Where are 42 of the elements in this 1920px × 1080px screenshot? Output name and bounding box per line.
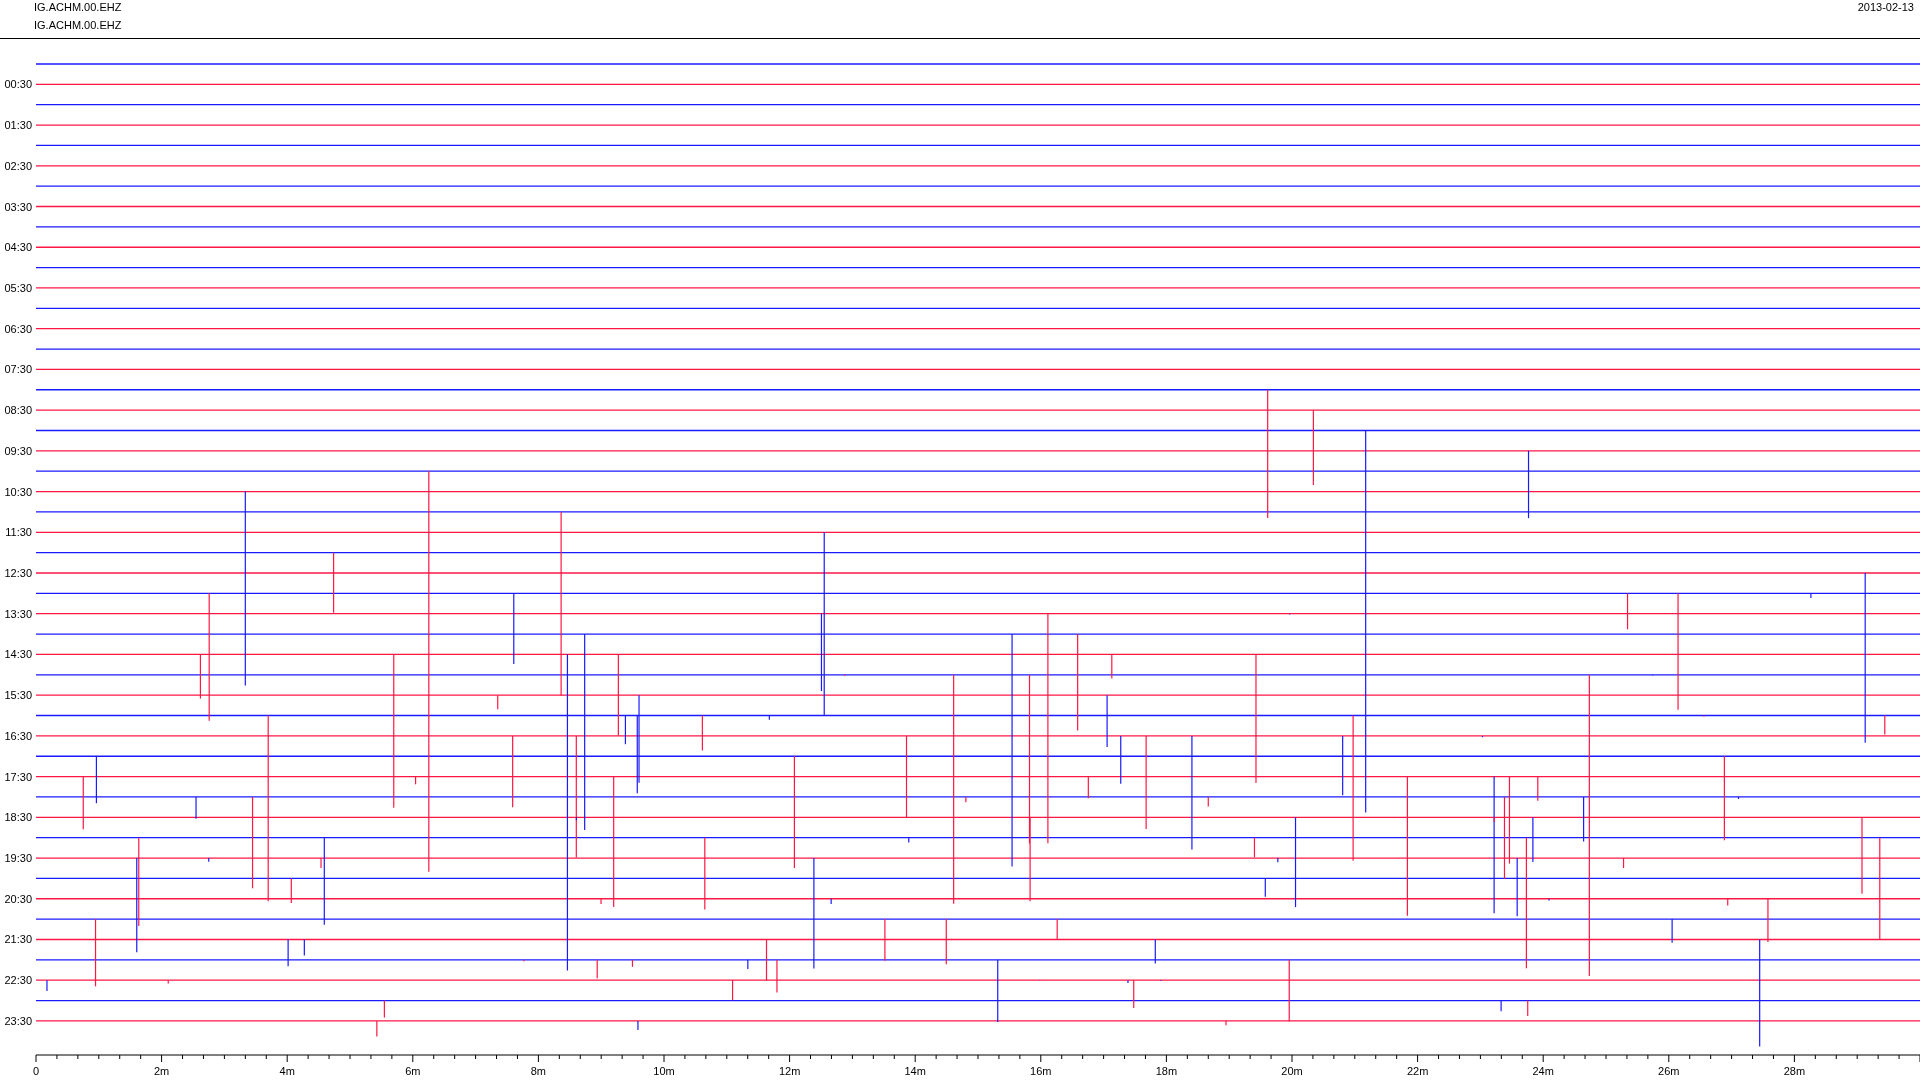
time-label: 17:30 [4,770,32,783]
time-label: 13:30 [4,607,32,620]
axis-tick-label: 8m [530,1065,547,1077]
time-label: 01:30 [4,119,32,132]
time-label: 22:30 [4,974,32,987]
station-label: IG.ACHM.00.EHZ [34,19,122,32]
axis-tick-label: 18m [1155,1065,1178,1077]
time-label: 15:30 [4,689,32,702]
time-label: 18:30 [4,811,32,824]
time-label: 20:30 [4,892,32,905]
time-label: 06:30 [4,322,32,335]
axis-tick-label: 26m [1658,1065,1680,1077]
time-label: 11:30 [5,526,32,539]
axis-tick-label: 20m [1281,1065,1303,1077]
axis-tick-label: 2m [153,1065,170,1077]
axis-tick-label: 28m [1783,1065,1806,1077]
axis-tick-label: 6m [405,1065,421,1077]
time-label: 05:30 [4,281,32,294]
axis-tick-label: 24m [1532,1065,1554,1077]
time-label: 00:30 [4,78,32,91]
time-label: 07:30 [4,363,32,376]
time-label: 23:30 [4,1014,32,1027]
axis-tick-label: 16m [1030,1065,1052,1077]
axis-tick-label: 10m [653,1065,675,1077]
time-label: 02:30 [4,159,32,172]
time-label: 04:30 [4,241,32,254]
axis-tick-label: 22m [1406,1065,1429,1077]
time-label: 21:30 [4,933,32,946]
station-label: IG.ACHM.00.EHZ [34,1,122,14]
axis-tick-label: 14m [904,1065,926,1077]
time-label: 03:30 [4,200,32,213]
date-label: 2013-02-13 [1857,0,1914,15]
time-label: 19:30 [4,852,32,865]
axis-tick-label: 12m [778,1065,801,1077]
axis-tick-label: 4m [279,1065,295,1077]
axis-tick-label: 0 [32,1065,40,1077]
time-label: 14:30 [4,648,32,661]
time-label: 16:30 [4,729,32,742]
time-label: 12:30 [4,567,32,579]
time-label: 10:30 [4,485,32,498]
time-label: 09:30 [4,444,32,457]
time-label: 08:30 [4,404,32,417]
